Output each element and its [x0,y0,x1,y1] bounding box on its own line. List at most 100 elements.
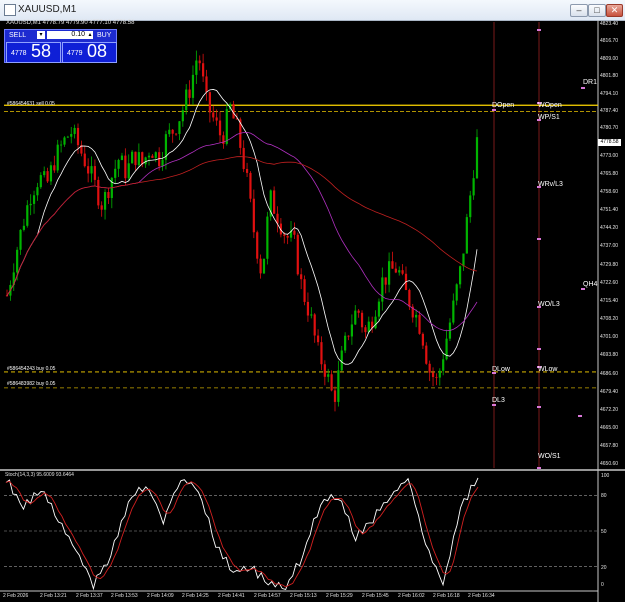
candle-body [445,338,448,360]
candle-body [70,133,73,137]
level-label-wol3: WO/L3 [538,301,560,308]
candle-body [472,178,475,196]
price-axis-label: 4758.60 [600,189,619,195]
candle-body [26,205,29,226]
price-axis-label: 4737.00 [600,243,619,249]
price-axis-label: 4715.40 [600,298,619,304]
time-axis-label: 2 Feb 16:02 [398,593,425,599]
candle-body [215,117,218,121]
candle-body [252,198,255,233]
time-axis-label: 2 Feb 14:41 [218,593,245,599]
price-axis-label: 4665.00 [600,425,619,431]
time-axis-label: 2 Feb 16:18 [433,593,460,599]
price-axis-label: 4693.80 [600,352,619,358]
candle-body [273,190,276,214]
candle-body [408,289,411,307]
stoch-axis-label: 20 [601,565,607,571]
candle-body [178,121,181,135]
price-axis-label: 4708.20 [600,316,619,322]
time-axis-label: 2 Feb 15:29 [326,593,353,599]
candle-body [114,168,117,178]
candle-body [198,60,201,64]
candle-body [303,279,306,302]
price-axis-label: 4765.80 [600,171,619,177]
candle-body [391,261,394,269]
candle-body [438,370,441,378]
order-label-buy-1[interactable]: #586454243 buy 0.05 [7,366,55,372]
candle-body [205,76,208,93]
minimize-button[interactable]: – [570,4,588,17]
candle-body [46,171,49,182]
price-axis-label: 4701.00 [600,334,619,340]
price-axis-label: 4722.60 [600,280,619,286]
stoch-axis-label: 0 [601,582,604,588]
candle-body [124,155,127,179]
candle-body [462,253,465,267]
candle-body [374,316,377,329]
candle-body [320,342,323,365]
stochastic-info: Stoch(14,3,3) 95.6009 93.6464 [5,472,74,478]
price-axis-label: 4679.40 [600,389,619,395]
time-axis-label: 2 Feb 13:37 [76,593,103,599]
level-label-wrvl3: WRv/L3 [538,181,563,188]
candle-body [323,364,326,377]
lot-down-icon[interactable]: ▾ [37,31,45,39]
candle-body [306,301,310,316]
price-axis-label: 4672.20 [600,407,619,413]
buy-button[interactable]: BUY [97,31,111,41]
candle-body [103,192,107,210]
level-marker [492,404,496,406]
level-marker [537,406,541,408]
candle-body [137,152,140,166]
candle-body [16,249,19,273]
price-axis-label: 4823.40 [600,21,619,27]
buy-price-button[interactable]: 4779 08 [62,41,117,63]
order-label-buy-2[interactable]: #586483982 buy 0.05 [7,381,55,387]
stoch-axis-label: 80 [601,493,607,499]
candle-body [293,230,296,235]
candle-body [316,335,320,343]
maximize-button[interactable]: □ [588,4,606,17]
candle-body [19,229,22,250]
sell-price-button[interactable]: 4778 58 [6,41,61,63]
lot-up-icon[interactable]: ▴ [87,31,93,39]
one-click-trading-panel: SELL ▾ 0.10 ▴ BUY 4778 58 4779 08 [4,29,117,63]
price-axis-label: 4780.70 [600,125,619,131]
candle-body [131,151,134,164]
price-axis-label: 4751.40 [600,207,619,213]
candle-body [144,157,147,165]
stoch-axis-label: 50 [601,529,607,535]
candle-body [428,363,431,373]
close-button[interactable]: ✕ [606,4,623,17]
window-title: XAUUSD,M1 [18,4,77,15]
level-label-dl3: DL3 [492,397,505,404]
candle-body [66,136,69,138]
candle-body [90,166,93,174]
price-axis-label: 4809.00 [600,56,619,62]
price-axis-label: 4729.80 [600,262,619,268]
order-label-sell[interactable]: #586454631 sell 0.05 [7,101,55,107]
candle-body [296,234,299,275]
candle-body [421,333,424,346]
level-marker [537,467,541,469]
time-axis-label: 2 Feb 13:21 [40,593,67,599]
level-marker [537,29,541,31]
level-marker [537,238,541,240]
candle-body [469,195,472,218]
price-axis-label: 4657.80 [600,443,619,449]
lot-size-input[interactable]: 0.10 [47,31,87,39]
price-chart[interactable] [0,20,625,602]
sell-button[interactable]: SELL [9,31,26,41]
price-axis-label: 4787.40 [600,108,619,114]
candle-body [435,377,438,378]
level-label-dlow: DLow [492,366,510,373]
candle-body [127,163,130,179]
candle-body [185,89,188,111]
buy-price-small: 4779 [67,50,83,57]
candle-body [347,335,350,337]
candle-body [418,314,421,334]
candle-body [32,195,36,204]
level-marker [581,288,585,290]
candle-body [147,155,151,158]
candle-body [63,137,66,145]
